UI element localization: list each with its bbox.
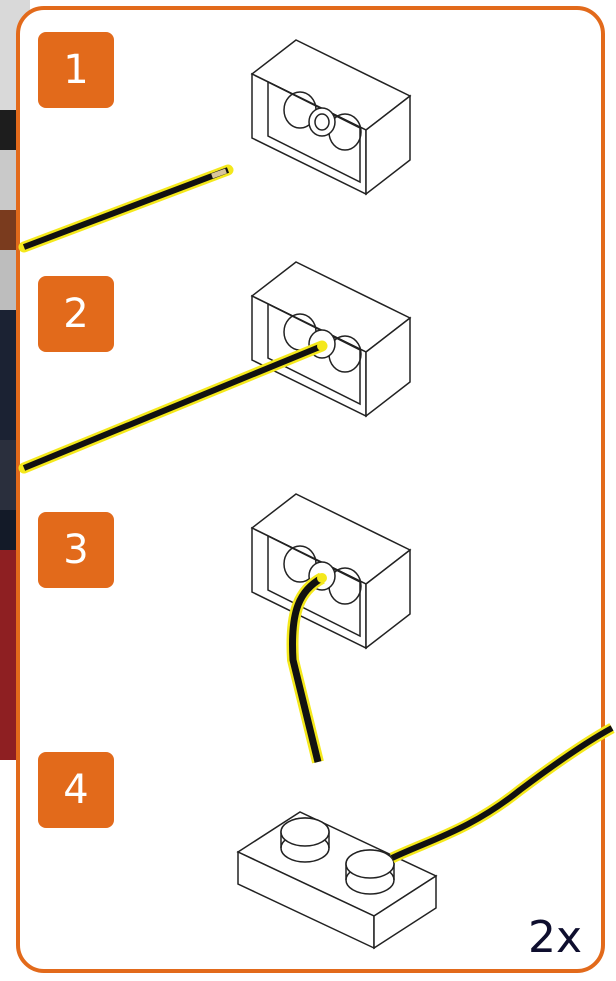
instruction-illustration — [18, 39, 615, 950]
step4-plate — [236, 811, 438, 950]
step-badge-1: 1 — [38, 32, 114, 108]
quantity-label: 2x — [527, 912, 582, 963]
step-badge-3: 3 — [38, 512, 114, 588]
step2-plate — [250, 261, 412, 418]
step2-wire — [18, 340, 328, 474]
step1-wire — [18, 164, 234, 253]
step-badge-4: 4 — [38, 752, 114, 828]
step3-plate — [250, 493, 412, 650]
step1-plate — [250, 39, 412, 196]
step4-wire — [389, 723, 615, 863]
step-badge-2: 2 — [38, 276, 114, 352]
